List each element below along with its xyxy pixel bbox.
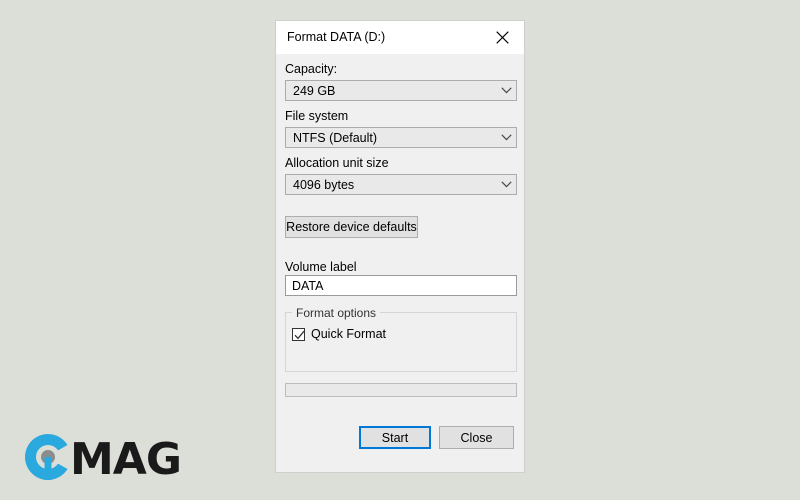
quick-format-label: Quick Format — [311, 327, 387, 341]
cmag-logo-icon — [22, 431, 74, 488]
chevron-down-icon — [496, 87, 516, 94]
chevron-down-icon — [496, 134, 516, 141]
close-dialog-button[interactable]: Close — [439, 426, 514, 449]
watermark-text: MAG — [70, 433, 182, 485]
close-button[interactable] — [480, 21, 524, 54]
start-button[interactable]: Start — [359, 426, 431, 449]
quick-format-checkbox[interactable] — [292, 327, 305, 341]
quick-format-checkbox-row[interactable]: Quick Format — [292, 327, 386, 341]
chevron-down-icon — [496, 181, 516, 188]
file-system-dropdown[interactable]: NTFS (Default) — [285, 127, 517, 148]
file-system-label: File system — [285, 109, 349, 123]
restore-device-defaults-button[interactable]: Restore device defaults — [285, 216, 418, 238]
dialog-titlebar: Format DATA (D:) — [276, 21, 524, 54]
allocation-unit-size-label: Allocation unit size — [285, 156, 389, 170]
volume-label-input[interactable] — [285, 275, 517, 296]
format-options-group — [285, 312, 517, 372]
format-options-legend: Format options — [292, 306, 381, 320]
file-system-value: NTFS (Default) — [293, 130, 378, 145]
dialog-title: Format DATA (D:) — [287, 30, 386, 44]
capacity-dropdown[interactable]: 249 GB — [285, 80, 517, 101]
capacity-value: 249 GB — [293, 83, 336, 98]
close-icon — [495, 31, 509, 44]
allocation-unit-size-dropdown[interactable]: 4096 bytes — [285, 174, 517, 195]
volume-label-label: Volume label — [285, 260, 357, 274]
capacity-label: Capacity: — [285, 62, 338, 76]
allocation-unit-size-value: 4096 bytes — [293, 177, 355, 192]
watermark-logo: MAG — [22, 431, 182, 488]
progress-bar — [285, 383, 517, 397]
